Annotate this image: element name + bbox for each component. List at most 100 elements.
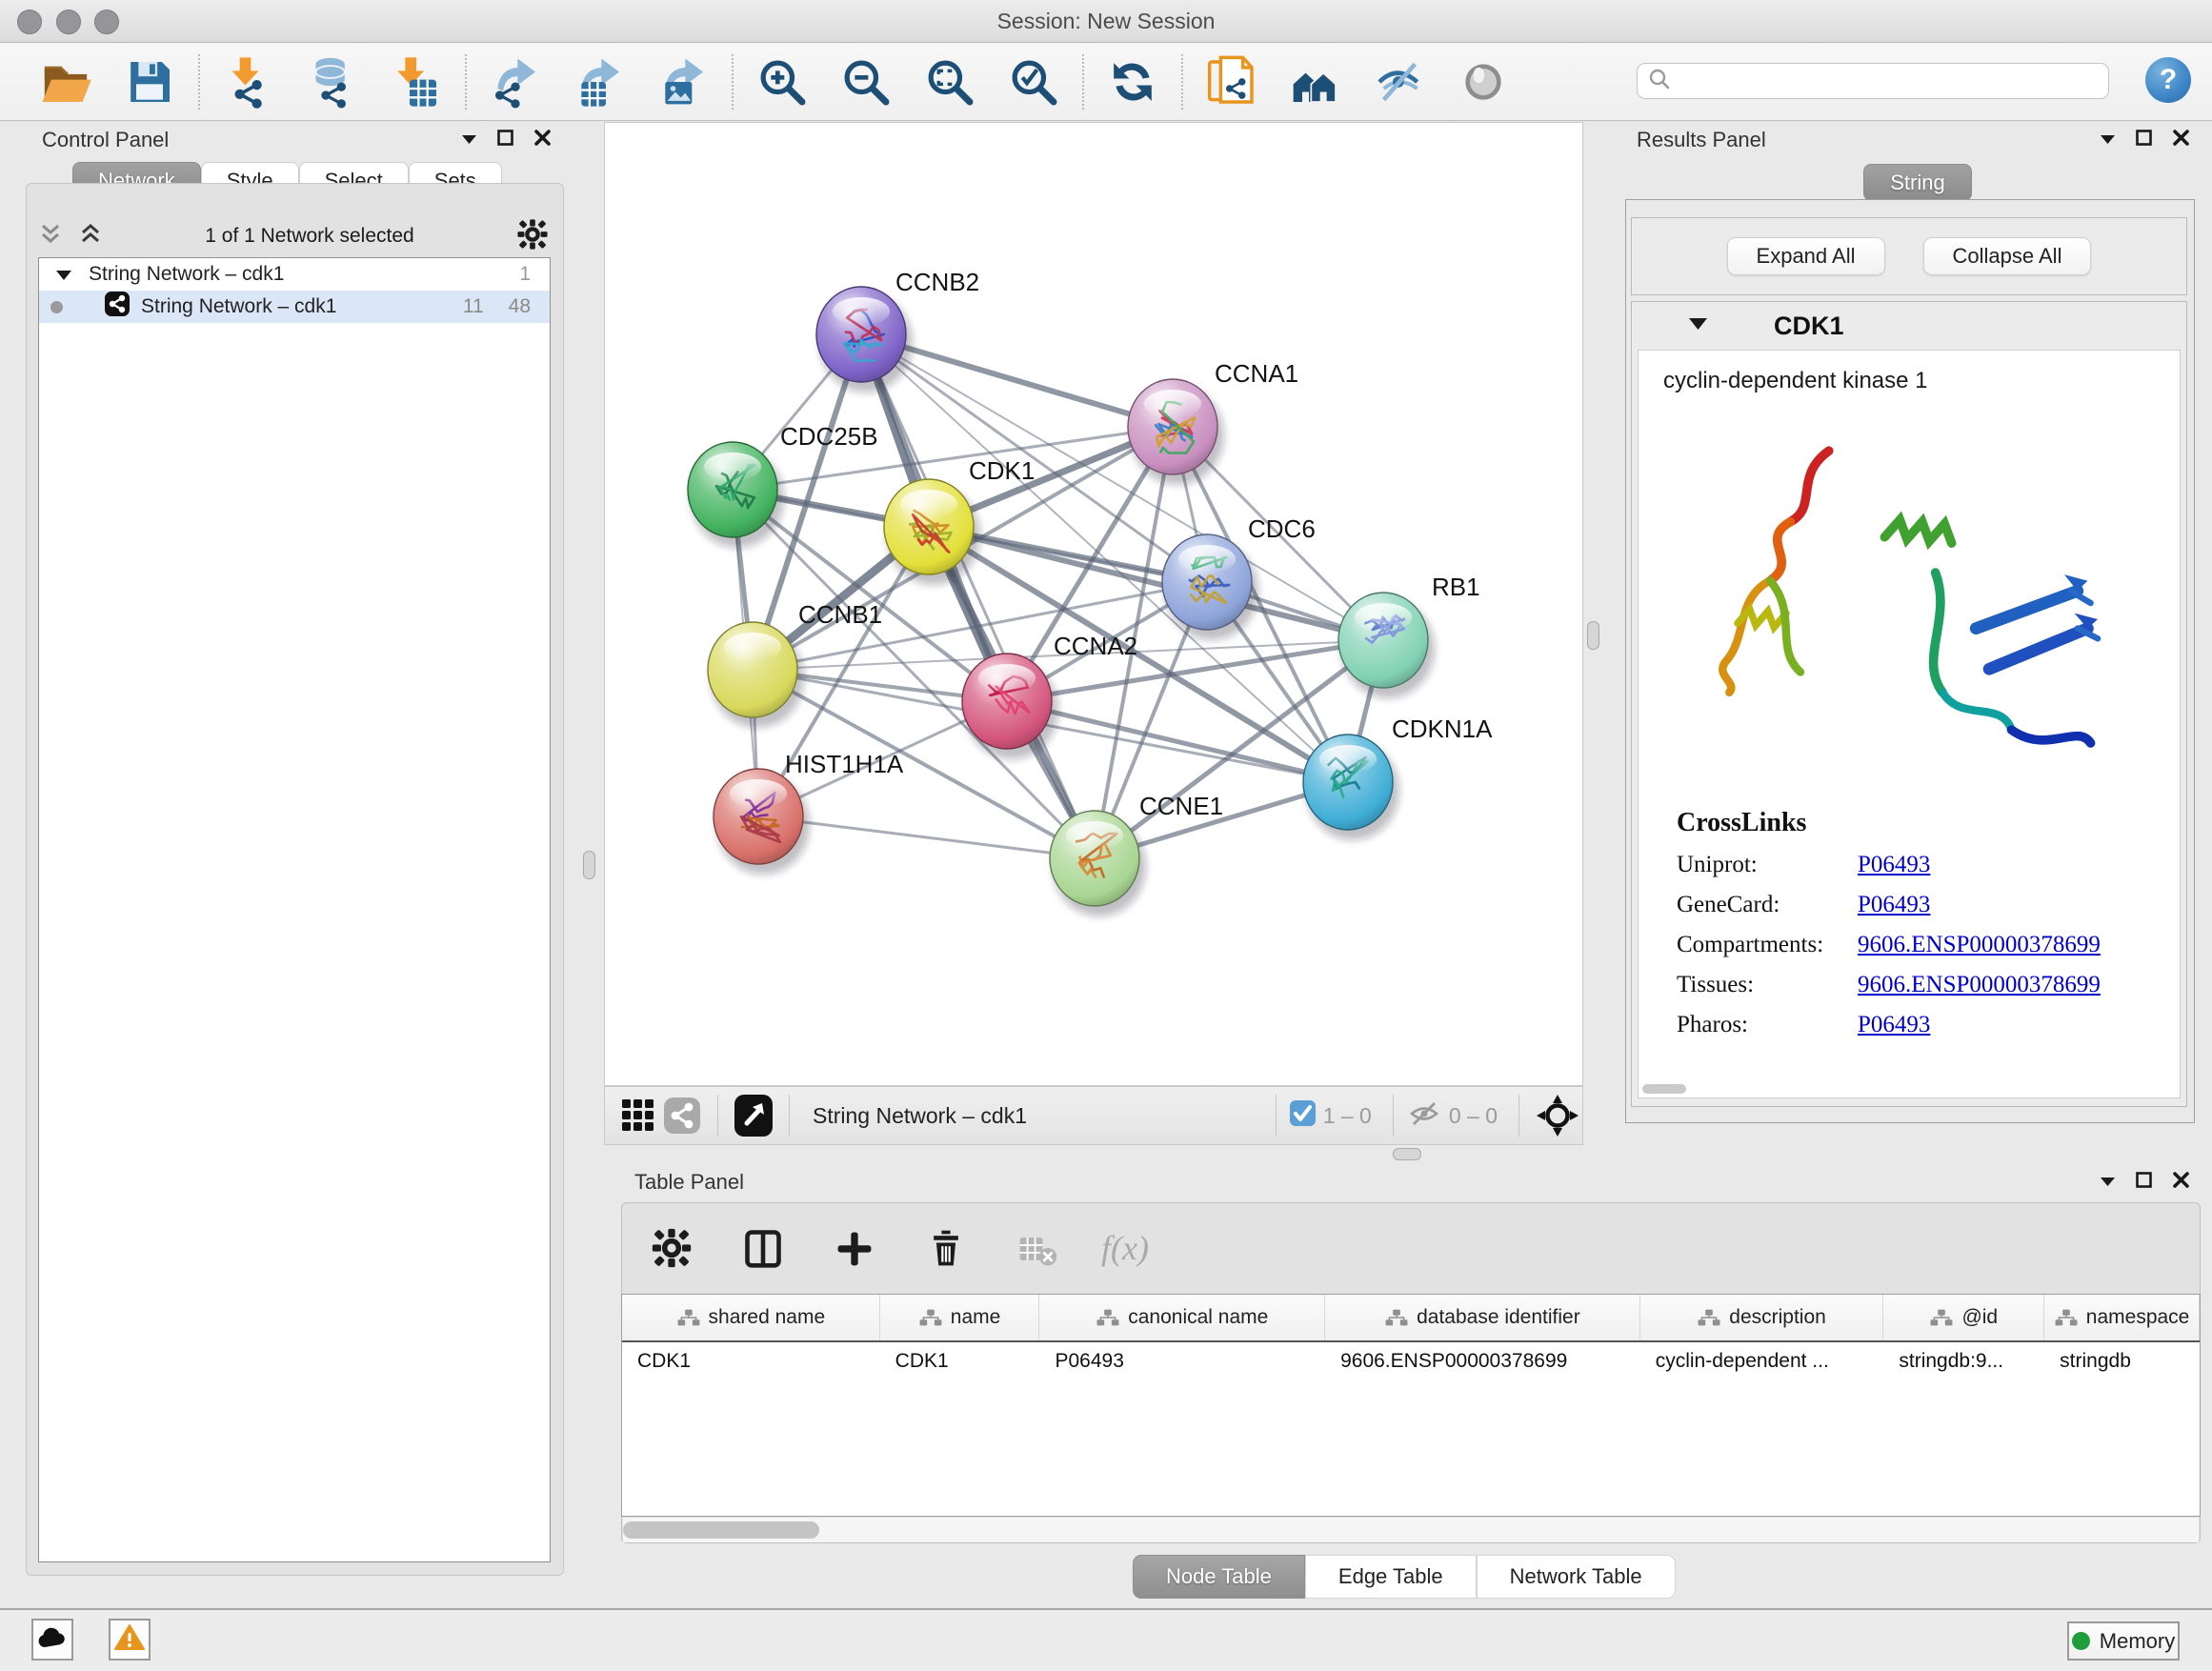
export-network-icon[interactable] (488, 54, 543, 110)
tab-node-table[interactable]: Node Table (1133, 1555, 1305, 1599)
import-table-icon[interactable] (389, 54, 444, 110)
column-header-name[interactable]: name (880, 1295, 1040, 1340)
zoom-selected-icon[interactable] (1006, 54, 1061, 110)
zoom-out-icon[interactable] (838, 54, 894, 110)
home-browser-icon[interactable] (1288, 54, 1343, 110)
table-hscrollbar-thumb[interactable] (623, 1521, 819, 1539)
import-network-database-icon[interactable] (305, 54, 360, 110)
network-node[interactable] (1128, 379, 1224, 485)
network-options-gear-icon[interactable] (516, 218, 549, 255)
gear-icon[interactable] (644, 1220, 699, 1276)
delete-table-icon[interactable] (1010, 1220, 1065, 1276)
panel-float-icon[interactable] (2136, 1172, 2152, 1193)
table-cell[interactable]: P06493 (1039, 1350, 1325, 1373)
expand-all-button[interactable]: Expand All (1727, 237, 1885, 275)
panel-menu-icon[interactable] (2101, 1174, 2115, 1191)
network-node[interactable] (688, 442, 784, 548)
column-header-shared-name[interactable]: shared name (622, 1295, 880, 1340)
horizontal-splitter-handle[interactable] (1393, 1148, 1421, 1160)
expand-all-chevron-icon[interactable] (78, 222, 103, 252)
network-node[interactable] (816, 287, 913, 393)
zoom-in-icon[interactable] (754, 54, 810, 110)
panel-close-icon[interactable] (2173, 1172, 2189, 1193)
table-cell[interactable]: stringdb (2044, 1350, 2200, 1373)
memory-button[interactable]: Memory (2067, 1621, 2180, 1661)
crosslink-link[interactable]: P06493 (1858, 892, 1930, 918)
right-splitter-handle[interactable] (1587, 621, 1599, 650)
search-box[interactable] (1637, 63, 2109, 99)
export-image-icon[interactable] (655, 54, 711, 110)
save-session-icon[interactable] (122, 54, 177, 110)
column-header-canonical-name[interactable]: canonical name (1039, 1295, 1325, 1340)
refresh-icon[interactable] (1105, 54, 1160, 110)
table-hscrollbar[interactable] (623, 1517, 2199, 1542)
add-column-icon[interactable] (827, 1220, 882, 1276)
panel-float-icon[interactable] (497, 130, 513, 151)
column-header-description[interactable]: description (1640, 1295, 1884, 1340)
birds-eye-view-icon[interactable] (732, 1088, 775, 1143)
table-row[interactable]: CDK1CDK1P064939606.ENSP00000378699cyclin… (622, 1342, 2200, 1380)
open-session-icon[interactable] (38, 54, 93, 110)
collapse-all-chevron-icon[interactable] (38, 222, 63, 252)
network-row-selected[interactable]: String Network – cdk1 11 48 (39, 291, 550, 323)
panel-menu-icon[interactable] (462, 131, 476, 149)
tab-edge-table[interactable]: Edge Table (1305, 1555, 1477, 1599)
import-network-file-icon[interactable] (221, 54, 276, 110)
string-share-icon[interactable] (660, 1088, 704, 1143)
cloud-status-button[interactable] (31, 1619, 73, 1661)
tab-network-table[interactable]: Network Table (1477, 1555, 1676, 1599)
tab-string[interactable]: String (1863, 164, 1972, 201)
network-node[interactable] (962, 654, 1058, 759)
hidden-eye-icon[interactable] (1407, 1099, 1441, 1133)
network-edge[interactable] (861, 334, 1095, 858)
crosslink-link[interactable]: 9606.ENSP00000378699 (1858, 972, 2101, 998)
network-view-canvas[interactable]: CCNB2 CCNA1 CDC25B CDK1 CDC6 RB1 CCNB1 (604, 122, 1583, 1086)
crosslink-link[interactable]: P06493 (1858, 1012, 1930, 1038)
panel-menu-icon[interactable] (2101, 131, 2115, 149)
column-header-id[interactable]: @id (1883, 1295, 2044, 1340)
crosslink-link[interactable]: P06493 (1858, 852, 1930, 878)
table-cell[interactable]: CDK1 (880, 1350, 1040, 1373)
table-cell[interactable]: stringdb:9... (1883, 1350, 2044, 1373)
expander-triangle-icon[interactable] (1689, 317, 1707, 334)
help-button[interactable]: ? (2145, 57, 2191, 103)
panel-close-icon[interactable] (534, 130, 551, 151)
column-header-namespace[interactable]: namespace (2044, 1295, 2200, 1340)
left-splitter-handle[interactable] (583, 851, 595, 879)
search-input[interactable] (1672, 69, 2085, 93)
node-label: CCNB2 (895, 268, 979, 296)
crosslink-label: Uniprot: (1677, 852, 1858, 878)
network-node[interactable] (1050, 811, 1146, 916)
grid-view-icon[interactable] (616, 1088, 660, 1143)
crosslink-link[interactable]: 9606.ENSP00000378699 (1858, 932, 2101, 958)
cdk1-section-header[interactable]: CDK1 (1632, 302, 2186, 350)
network-node[interactable] (884, 479, 980, 585)
share-document-icon[interactable] (1204, 54, 1259, 110)
network-selection-status: 1 of 1 Network selected (103, 225, 516, 248)
export-table-icon[interactable] (572, 54, 627, 110)
results-scrollbar-thumb[interactable] (1642, 1084, 1686, 1094)
hide-panels-icon[interactable] (1372, 54, 1427, 110)
network-node[interactable] (714, 769, 810, 875)
expander-triangle-icon[interactable] (56, 263, 71, 286)
function-builder-icon[interactable]: f(x) (1101, 1228, 1149, 1268)
fit-target-icon[interactable] (1533, 1088, 1582, 1143)
table-cell[interactable]: cyclin-dependent ... (1640, 1350, 1884, 1373)
network-collection-row[interactable]: String Network – cdk1 1 (39, 258, 550, 291)
table-cell[interactable]: CDK1 (622, 1350, 880, 1373)
column-header-database-identifier[interactable]: database identifier (1325, 1295, 1640, 1340)
columns-icon[interactable] (735, 1220, 791, 1276)
network-node[interactable] (1338, 593, 1435, 698)
inspector-icon[interactable] (1456, 54, 1511, 110)
panel-float-icon[interactable] (2136, 130, 2152, 151)
current-network-dot-icon (50, 301, 63, 313)
delete-column-icon[interactable] (918, 1220, 974, 1276)
panel-close-icon[interactable] (2173, 130, 2189, 151)
separator (1518, 1095, 1519, 1137)
warning-status-button[interactable] (109, 1619, 151, 1661)
network-node[interactable] (1303, 735, 1399, 840)
table-cell[interactable]: 9606.ENSP00000378699 (1325, 1350, 1640, 1373)
selected-checkbox-icon[interactable] (1290, 1100, 1316, 1131)
collapse-all-button[interactable]: Collapse All (1923, 237, 2092, 275)
zoom-fit-icon[interactable] (922, 54, 977, 110)
